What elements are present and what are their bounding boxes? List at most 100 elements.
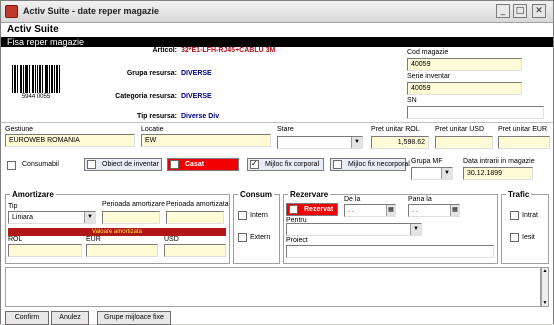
consumabil-option[interactable]: Consumabil bbox=[4, 158, 79, 171]
rol-field[interactable] bbox=[8, 244, 82, 257]
trafic-title: Trafic bbox=[506, 190, 532, 199]
perioada-amortizata-label: Perioada amortizata bbox=[166, 201, 229, 208]
extern-checkbox[interactable] bbox=[238, 233, 247, 242]
barcode-image: 5944 0055 bbox=[11, 65, 61, 100]
consumabil-checkbox[interactable] bbox=[7, 161, 16, 170]
consumabil-label: Consumabil bbox=[22, 161, 59, 168]
data-intrarii-field[interactable]: 30.12.1899 bbox=[463, 167, 533, 180]
pana-la-value: . . bbox=[412, 207, 418, 214]
chevron-down-icon[interactable]: ▼ bbox=[410, 224, 421, 235]
form-panel: 5944 0055 Articol: 32*E1-LFH-RJ45+CABLU … bbox=[1, 47, 553, 324]
obiect-inventar-label: Obiect de inventar bbox=[102, 161, 159, 168]
scrollbar[interactable]: ▲ ▼ bbox=[541, 267, 549, 307]
eur-field[interactable] bbox=[86, 244, 158, 257]
amortizare-tip-select[interactable]: Liniara ▼ bbox=[8, 211, 96, 224]
rol-label: ROL bbox=[8, 236, 23, 243]
rezervat-checkbox[interactable] bbox=[289, 205, 298, 214]
tip-resursa-value: Diverse Div bbox=[181, 113, 220, 120]
calendar-icon[interactable]: ▦ bbox=[450, 205, 459, 216]
grupe-mijloace-fixe-button[interactable]: Grupe mijloace fixe bbox=[97, 311, 171, 325]
rezervat-option[interactable]: Rezervat bbox=[286, 203, 338, 216]
extern-label: Extern bbox=[250, 234, 271, 241]
window-title: Activ Suite - date reper magazie bbox=[23, 6, 160, 16]
amortizare-tip-label: Tip bbox=[8, 203, 18, 210]
main-window: Activ Suite - date reper magazie _ □ ✕ A… bbox=[0, 0, 554, 325]
categoria-label: Categoria resursa: bbox=[115, 93, 177, 100]
eur-label: EUR bbox=[86, 236, 101, 243]
serie-inventar-field[interactable]: 40059 bbox=[407, 82, 522, 95]
stare-select[interactable]: ▼ bbox=[277, 136, 363, 149]
grupa-mf-label: Grupa MF bbox=[411, 158, 443, 165]
calendar-icon[interactable]: ▦ bbox=[386, 205, 395, 216]
de-la-field[interactable]: . . ▦ bbox=[344, 204, 396, 217]
locatie-label: Locatie bbox=[141, 126, 164, 133]
stare-label: Stare bbox=[277, 126, 294, 133]
mijloc-necorporal-option[interactable]: Mijloc fix necorporal bbox=[330, 158, 410, 171]
gestiune-label: Gestiune bbox=[5, 126, 34, 133]
intrat-checkbox[interactable] bbox=[510, 211, 519, 220]
chevron-down-icon[interactable]: ▼ bbox=[351, 137, 362, 148]
maximize-button[interactable]: □ bbox=[513, 4, 527, 18]
intern-checkbox[interactable] bbox=[238, 211, 247, 220]
obiect-inventar-checkbox[interactable] bbox=[87, 160, 96, 169]
title-bar: Activ Suite - date reper magazie _ □ ✕ bbox=[1, 1, 553, 23]
mijloc-necorporal-label: Mijloc fix necorporal bbox=[348, 161, 410, 168]
mijloc-corporal-option[interactable]: Mijloc fix corporal bbox=[247, 158, 324, 171]
casat-label: Casat bbox=[185, 161, 205, 168]
mijloc-corporal-checkbox[interactable] bbox=[250, 159, 259, 169]
separator bbox=[1, 122, 553, 123]
casat-option[interactable]: Casat bbox=[167, 158, 239, 171]
articol-label: Articol: bbox=[152, 47, 178, 54]
pret-eur-field[interactable] bbox=[498, 136, 550, 149]
tip-resursa-label: Tip resursa: bbox=[137, 113, 177, 120]
iesit-checkbox[interactable] bbox=[510, 233, 519, 242]
de-la-value: . . bbox=[348, 207, 354, 214]
grupa-label: Grupa resursa: bbox=[126, 70, 177, 77]
perioada-amortizare-field[interactable] bbox=[102, 211, 160, 224]
pret-usd-field[interactable] bbox=[435, 136, 493, 149]
grupa-mf-select[interactable]: ▼ bbox=[411, 167, 453, 180]
proiect-label: Proiect bbox=[286, 237, 308, 244]
usd-label: USD bbox=[164, 236, 179, 243]
cod-magazie-field[interactable]: 40059 bbox=[407, 58, 522, 71]
sn-field[interactable] bbox=[407, 106, 544, 119]
data-intrarii-label: Data intrarii in magazie bbox=[463, 158, 535, 165]
valoare-amortizata-header: Valoare amortizata bbox=[8, 228, 226, 236]
rezervat-label: Rezervat bbox=[304, 206, 334, 213]
perioada-amortizata-field[interactable] bbox=[166, 211, 224, 224]
amortizare-group: Amortizare Tip Liniara ▼ Perioada amorti… bbox=[5, 190, 230, 264]
rezervare-group: Rezervare Rezervat De la . . ▦ Pana la .… bbox=[283, 190, 498, 264]
obiect-inventar-option[interactable]: Obiect de inventar bbox=[84, 158, 162, 171]
pret-rol-field[interactable]: 1,598.62 bbox=[371, 136, 429, 149]
categoria-value: DIVERSE bbox=[181, 93, 212, 100]
section-title: Fisa reper magazie bbox=[7, 37, 85, 47]
serie-inventar-label: Serie inventar bbox=[407, 73, 451, 80]
gestiune-field[interactable]: EUROWEB ROMANIA bbox=[5, 134, 135, 147]
amortizare-tip-value: Liniara bbox=[12, 214, 34, 221]
scroll-down-icon[interactable]: ▼ bbox=[542, 300, 548, 306]
locatie-field[interactable]: EW bbox=[141, 134, 271, 147]
scroll-up-icon[interactable]: ▲ bbox=[542, 268, 548, 274]
notes-area[interactable] bbox=[5, 267, 541, 307]
usd-field[interactable] bbox=[164, 244, 226, 257]
chevron-down-icon[interactable]: ▼ bbox=[84, 212, 95, 223]
confirm-button[interactable]: Confirm bbox=[5, 311, 49, 325]
app-title: Activ Suite bbox=[7, 24, 59, 35]
pana-la-field[interactable]: . . ▦ bbox=[408, 204, 460, 217]
sn-label: SN bbox=[407, 97, 417, 104]
minimize-button[interactable]: _ bbox=[496, 4, 510, 18]
mijloc-corporal-label: Mijloc fix corporal bbox=[265, 161, 320, 168]
anulez-button[interactable]: Anulez bbox=[51, 311, 89, 325]
pentru-select[interactable]: ▼ bbox=[286, 223, 422, 236]
close-button[interactable]: ✕ bbox=[532, 4, 546, 18]
casat-checkbox[interactable] bbox=[170, 160, 179, 169]
chevron-down-icon[interactable]: ▼ bbox=[441, 168, 452, 179]
articol-value: 32*E1-LFH-RJ45+CABLU 3M bbox=[181, 47, 276, 54]
mijloc-necorporal-checkbox[interactable] bbox=[333, 160, 342, 169]
proiect-field[interactable] bbox=[286, 245, 494, 258]
app-header bbox=[1, 23, 553, 37]
barcode-number: 5944 0055 bbox=[21, 94, 51, 100]
rezervare-title: Rezervare bbox=[288, 190, 331, 199]
consum-group: Consum Intern Extern bbox=[233, 190, 280, 264]
intern-label: Intern bbox=[250, 212, 268, 219]
